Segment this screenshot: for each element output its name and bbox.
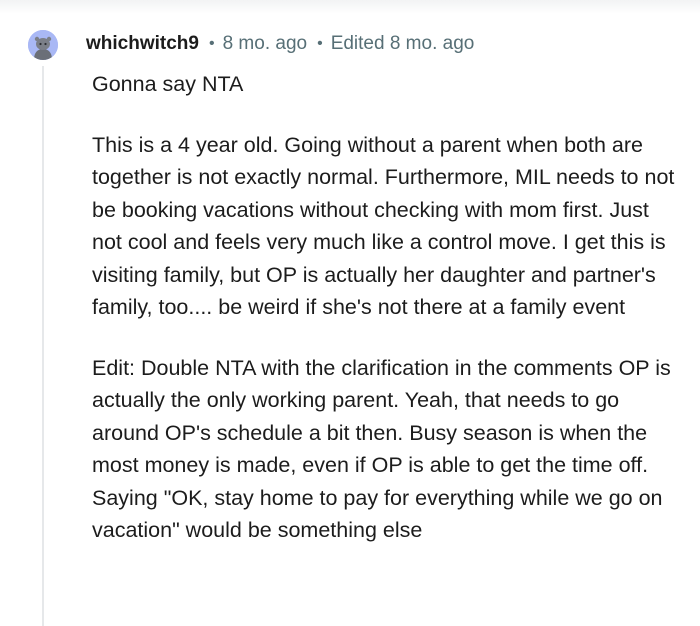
author-link[interactable]: whichwitch9: [86, 33, 199, 55]
comment-paragraph: This is a 4 year old. Going without a pa…: [92, 132, 675, 320]
edited-label: Edited 8 mo. ago: [330, 33, 475, 54]
comment-paragraph: Gonna say NTA: [92, 72, 244, 96]
comment-meta: whichwitch9 • 8 mo. ago • Edited 8 mo. a…: [86, 30, 474, 58]
thread-line[interactable]: [42, 66, 44, 626]
meta-separator: •: [317, 35, 323, 52]
comment-timestamp[interactable]: 8 mo. ago: [223, 33, 308, 55]
comment-paragraph: Edit: Double NTA with the clarification …: [92, 355, 671, 543]
comment-body: Gonna say NTA This is a 4 year old. Goin…: [92, 68, 682, 575]
comment: whichwitch9 • 8 mo. ago • Edited 8 mo. a…: [0, 0, 700, 626]
meta-separator: •: [208, 35, 215, 52]
snoo-avatar-icon[interactable]: [28, 30, 58, 60]
